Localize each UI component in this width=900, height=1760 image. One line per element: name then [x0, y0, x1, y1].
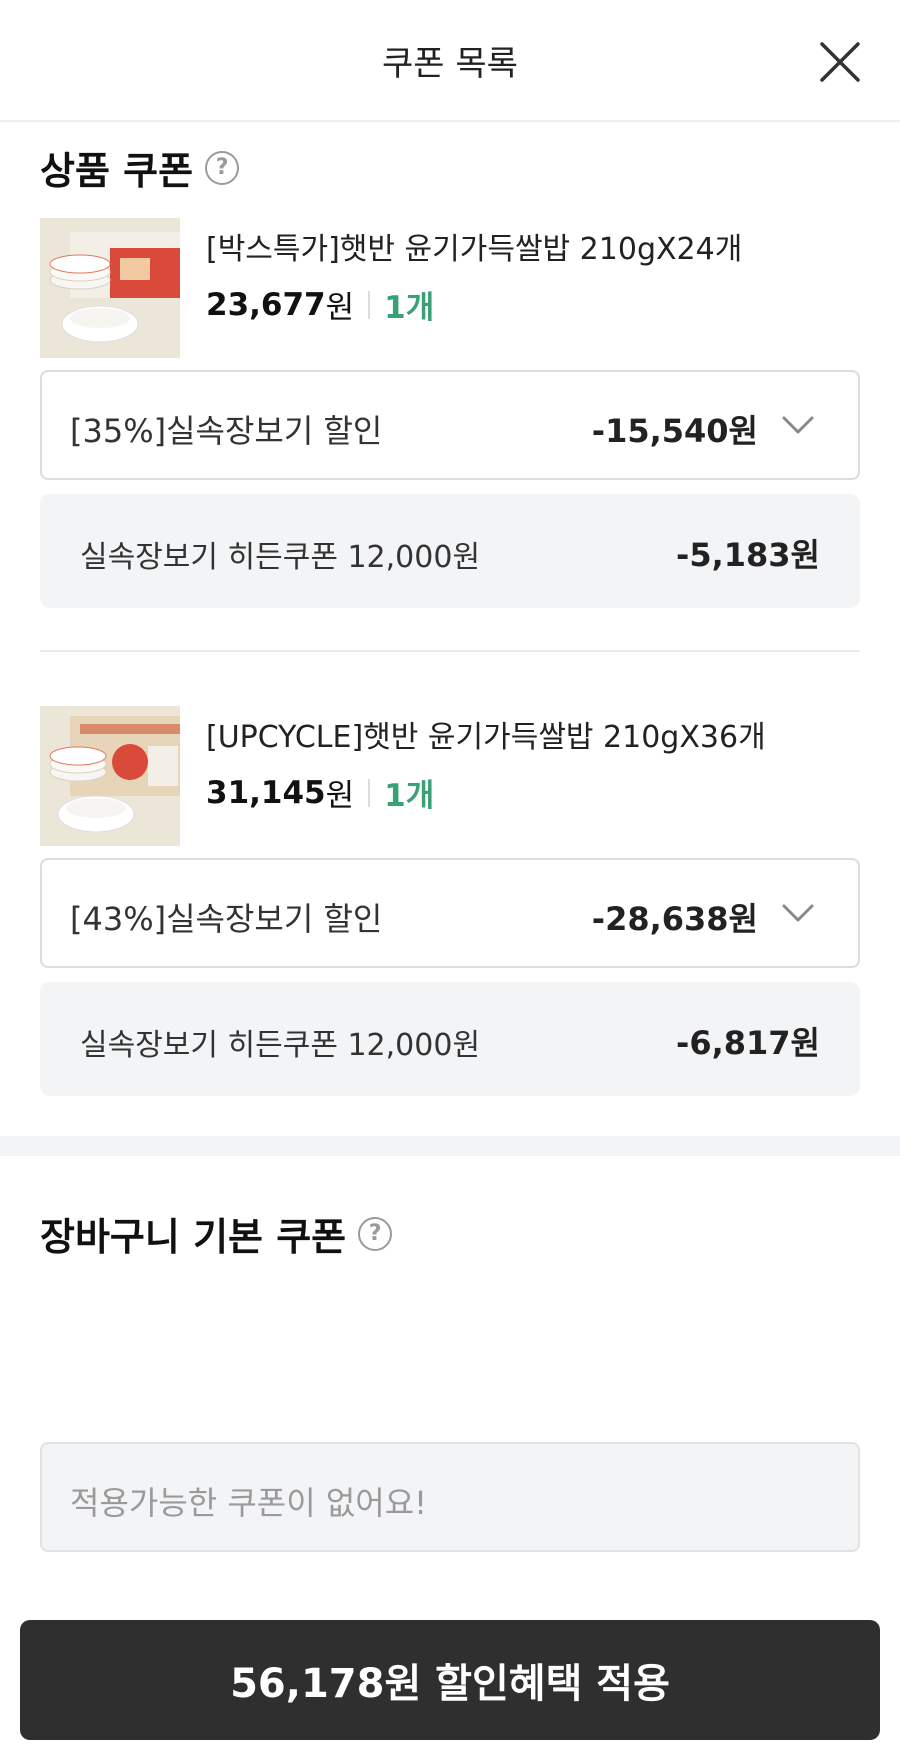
help-icon[interactable]: ? — [358, 1216, 393, 1251]
hidden-coupon-label: 실속장보기 히든쿠폰 12,000원 — [80, 540, 481, 575]
product-image — [40, 706, 180, 846]
hidden-coupon-amount: -5,183원 — [676, 536, 820, 574]
cart-coupon-section-title: 장바구니 기본 쿠폰 ? — [40, 1206, 393, 1261]
hidden-coupon-row: 실속장보기 히든쿠폰 12,000원 -5,183원 — [40, 494, 860, 608]
chevron-down-icon — [782, 904, 814, 922]
modal-header: 쿠폰 목록 — [0, 0, 900, 122]
no-coupon-box: 적용가능한 쿠폰이 없어요! — [40, 1442, 860, 1552]
hidden-coupon-amount: -6,817원 — [676, 1024, 820, 1062]
product-item: [UPCYCLE]햇반 윤기가득쌀밥 210gX36개 31,145 원 1개 — [40, 706, 860, 846]
product-name: [박스특가]햇반 윤기가득쌀밥 210gX24개 — [206, 232, 743, 267]
apply-discount-button[interactable]: 56,178원 할인혜택 적용 — [20, 1620, 880, 1740]
product-image — [40, 218, 180, 358]
close-button[interactable] — [816, 38, 864, 86]
coupon-select-label: [43%]실속장보기 할인 — [70, 900, 383, 938]
coupon-select-dropdown[interactable]: [35%]실속장보기 할인 -15,540원 — [40, 370, 860, 480]
section-title-text: 장바구니 기본 쿠폰 — [40, 1215, 347, 1259]
product-meta: 23,677 원 1개 — [206, 282, 434, 327]
product-coupon-section-title: 상품 쿠폰 ? — [40, 140, 240, 195]
product-quantity: 1개 — [384, 778, 435, 814]
chevron-down-icon — [782, 416, 814, 434]
product-divider — [40, 650, 860, 652]
product-name: [UPCYCLE]햇반 윤기가득쌀밥 210gX36개 — [206, 720, 766, 755]
coupon-select-label: [35%]실속장보기 할인 — [70, 412, 383, 450]
product-price: 23,677 — [206, 286, 326, 323]
close-icon — [820, 42, 860, 82]
product-meta: 31,145 원 1개 — [206, 770, 434, 815]
coupon-discount-amount: -28,638원 — [591, 900, 758, 938]
no-coupon-message: 적용가능한 쿠폰이 없어요! — [70, 1484, 428, 1522]
meta-separator — [368, 778, 371, 807]
section-divider — [0, 1136, 900, 1156]
price-unit: 원 — [325, 290, 355, 326]
coupon-discount-amount: -15,540원 — [591, 412, 758, 450]
product-item: [박스특가]햇반 윤기가득쌀밥 210gX24개 23,677 원 1개 — [40, 218, 860, 358]
product-quantity: 1개 — [384, 290, 435, 326]
meta-separator — [368, 290, 371, 319]
modal-title: 쿠폰 목록 — [382, 44, 518, 84]
help-icon[interactable]: ? — [205, 150, 240, 185]
price-unit: 원 — [325, 778, 355, 814]
section-title-text: 상품 쿠폰 — [40, 149, 194, 193]
coupon-select-dropdown[interactable]: [43%]실속장보기 할인 -28,638원 — [40, 858, 860, 968]
hidden-coupon-label: 실속장보기 히든쿠폰 12,000원 — [80, 1028, 481, 1063]
product-price: 31,145 — [206, 774, 326, 811]
hidden-coupon-row: 실속장보기 히든쿠폰 12,000원 -6,817원 — [40, 982, 860, 1096]
